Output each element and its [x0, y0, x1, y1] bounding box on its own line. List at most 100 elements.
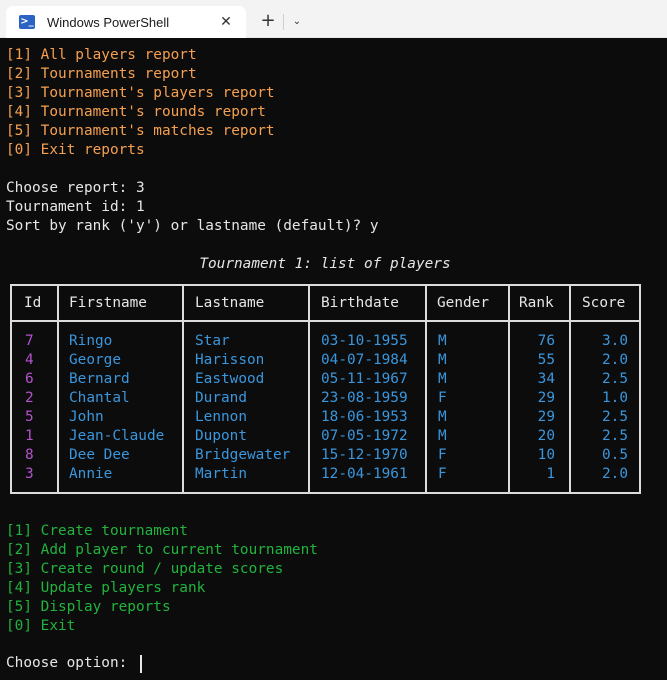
- prompt-line: Sort by rank ('y') or lastname (default)…: [6, 218, 379, 234]
- cell-score: 2.5: [602, 428, 628, 444]
- cell-lastname: Durand: [195, 390, 247, 406]
- cell-gender: F: [438, 466, 447, 482]
- cell-rank: 34: [537, 371, 555, 387]
- cell-birthdate: 05-11-1967: [321, 371, 408, 387]
- cell-id: 7: [25, 333, 34, 349]
- cell-lastname: Martin: [195, 466, 247, 482]
- cell-id: 8: [25, 447, 34, 463]
- table-row: 5 John Lennon 18-06-1953 M 29 2.5: [0, 408, 667, 427]
- header-score: Score: [582, 295, 626, 311]
- cell-lastname: Dupont: [195, 428, 247, 444]
- cell-birthdate: 15-12-1970: [321, 447, 408, 463]
- text-cursor[interactable]: [140, 655, 142, 673]
- new-tab-button[interactable]: +: [257, 10, 279, 32]
- table-row: 7 Ringo Star 03-10-1955 M 76 3.0: [0, 332, 667, 351]
- table-row: 6 Bernard Eastwood 05-11-1967 M 34 2.5: [0, 370, 667, 389]
- cell-rank: 76: [537, 333, 555, 349]
- prompt-line: Choose report: 3: [6, 180, 145, 196]
- cell-id: 6: [25, 371, 34, 387]
- powershell-icon: >_: [19, 15, 35, 29]
- reports-menu-item: [1] All players report: [6, 47, 197, 63]
- table-row: 8 Dee Dee Bridgewater 15-12-1970 F 10 0.…: [0, 446, 667, 465]
- cell-gender: F: [438, 447, 447, 463]
- cell-firstname: Dee Dee: [69, 447, 130, 463]
- header-firstname: Firstname: [69, 295, 147, 311]
- header-birthdate: Birthdate: [321, 295, 399, 311]
- cell-score: 1.0: [602, 390, 628, 406]
- cell-score: 0.5: [602, 447, 628, 463]
- cell-id: 5: [25, 409, 34, 425]
- cell-firstname: Ringo: [69, 333, 113, 349]
- main-menu-item: [2] Add player to current tournament: [6, 542, 318, 558]
- prompt-line: Tournament id: 1: [6, 199, 145, 215]
- cell-score: 3.0: [602, 333, 628, 349]
- cell-lastname: Eastwood: [195, 371, 265, 387]
- cell-score: 2.0: [602, 352, 628, 368]
- choose-option-prompt: Choose option:: [6, 655, 136, 671]
- table-row: 1 Jean-Claude Dupont 07-05-1972 M 20 2.5: [0, 427, 667, 446]
- cell-gender: M: [438, 409, 447, 425]
- cell-score: 2.0: [602, 466, 628, 482]
- cell-rank: 55: [537, 352, 555, 368]
- cell-birthdate: 03-10-1955: [321, 333, 408, 349]
- cell-firstname: John: [69, 409, 104, 425]
- main-menu-item: [5] Display reports: [6, 599, 171, 615]
- cell-id: 1: [25, 428, 34, 444]
- cell-gender: M: [438, 352, 447, 368]
- cell-lastname: Harisson: [195, 352, 265, 368]
- header-gender: Gender: [437, 295, 489, 311]
- title-bar: >_ Windows PowerShell ✕ + ⌄: [0, 0, 667, 38]
- tab-title: Windows PowerShell: [47, 14, 170, 30]
- cell-score: 2.5: [602, 409, 628, 425]
- cell-rank: 29: [537, 409, 555, 425]
- cell-firstname: Chantal: [69, 390, 130, 406]
- cell-rank: 29: [537, 390, 555, 406]
- table-row: 3 Annie Martin 12-04-1961 F 1 2.0: [0, 465, 667, 484]
- header-id: Id: [24, 295, 42, 311]
- cell-gender: M: [438, 333, 447, 349]
- reports-menu-item: [2] Tournaments report: [6, 66, 197, 82]
- tab-powershell[interactable]: >_ Windows PowerShell ✕: [6, 6, 246, 38]
- cell-birthdate: 23-08-1959: [321, 390, 408, 406]
- header-divider: [12, 320, 639, 322]
- main-menu-item: [4] Update players rank: [6, 580, 206, 596]
- cell-gender: M: [438, 371, 447, 387]
- header-lastname: Lastname: [195, 295, 265, 311]
- reports-menu-item: [0] Exit reports: [6, 142, 145, 158]
- cell-birthdate: 18-06-1953: [321, 409, 408, 425]
- reports-menu-item: [5] Tournament's matches report: [6, 123, 275, 139]
- cell-id: 4: [25, 352, 34, 368]
- cell-score: 2.5: [602, 371, 628, 387]
- cell-lastname: Lennon: [195, 409, 247, 425]
- cell-firstname: Annie: [69, 466, 113, 482]
- table-row: 2 Chantal Durand 23-08-1959 F 29 1.0: [0, 389, 667, 408]
- cell-gender: F: [438, 390, 447, 406]
- cell-lastname: Star: [195, 333, 230, 349]
- cell-id: 2: [25, 390, 34, 406]
- reports-menu-item: [3] Tournament's players report: [6, 85, 275, 101]
- tab-separator: [283, 14, 284, 30]
- main-menu-item: [0] Exit: [6, 618, 76, 634]
- cell-birthdate: 07-05-1972: [321, 428, 408, 444]
- cell-gender: M: [438, 428, 447, 444]
- chevron-down-icon[interactable]: ⌄: [288, 12, 306, 32]
- cell-id: 3: [25, 466, 34, 482]
- cell-rank: 20: [537, 428, 555, 444]
- main-menu-item: [1] Create tournament: [6, 523, 188, 539]
- reports-menu-item: [4] Tournament's rounds report: [6, 104, 266, 120]
- cell-firstname: Jean-Claude: [69, 428, 165, 444]
- close-icon[interactable]: ✕: [216, 14, 236, 30]
- cell-rank: 10: [537, 447, 555, 463]
- table-row: 4 George Harisson 04-07-1984 M 55 2.0: [0, 351, 667, 370]
- cell-birthdate: 04-07-1984: [321, 352, 408, 368]
- cell-firstname: Bernard: [69, 371, 130, 387]
- terminal-output: [1] All players report [2] Tournaments r…: [6, 46, 661, 236]
- main-menu: [1] Create tournament [2] Add player to …: [6, 522, 661, 636]
- cell-lastname: Bridgewater: [195, 447, 291, 463]
- table-title: Tournament 1: list of players: [199, 256, 451, 272]
- cell-rank: 1: [546, 466, 555, 482]
- header-rank: Rank: [519, 295, 554, 311]
- main-menu-item: [3] Create round / update scores: [6, 561, 284, 577]
- cell-birthdate: 12-04-1961: [321, 466, 408, 482]
